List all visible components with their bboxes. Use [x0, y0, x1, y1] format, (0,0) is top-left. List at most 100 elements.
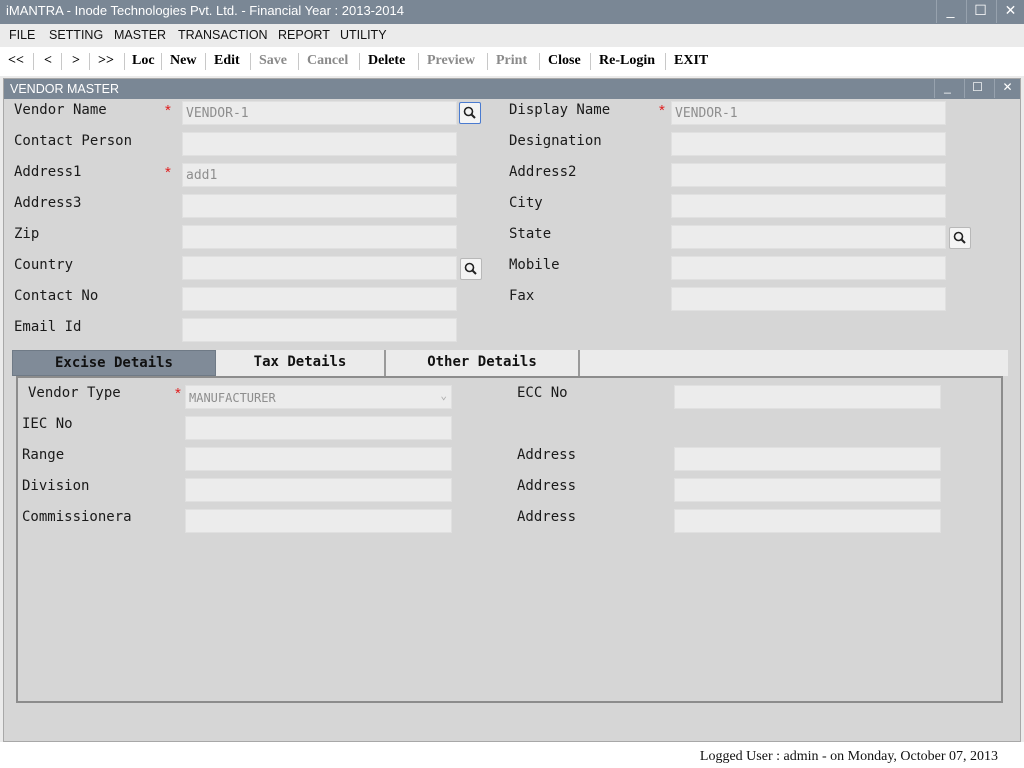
contact-no-field[interactable] [182, 287, 457, 311]
loc-button[interactable]: Loc [132, 53, 155, 69]
save-button[interactable]: Save [259, 53, 287, 69]
print-button[interactable]: Print [496, 53, 527, 69]
required-marker: * [175, 385, 181, 402]
range-label: Range [22, 447, 65, 463]
division-address-field[interactable] [674, 478, 941, 502]
required-marker: * [165, 102, 171, 119]
vendor-name-field[interactable]: VENDOR-1 [182, 101, 457, 125]
contact-no-label: Contact No [14, 288, 99, 304]
tab-other-details[interactable]: Other Details [386, 350, 580, 376]
toolbar-divider [539, 53, 540, 70]
email-id-label: Email Id [14, 319, 82, 335]
status-bar: Logged User : admin - on Monday, October… [0, 742, 1024, 768]
menu-setting[interactable]: SETTING [49, 28, 103, 42]
close-button[interactable]: Close [548, 53, 581, 69]
vendor-search-button[interactable] [459, 102, 481, 124]
designation-field[interactable] [671, 132, 946, 156]
city-field[interactable] [671, 194, 946, 218]
display-name-label: Display Name [509, 102, 611, 118]
zip-label: Zip [14, 226, 40, 242]
excise-details-panel [16, 376, 1003, 703]
display-name-field[interactable]: VENDOR-1 [671, 101, 946, 125]
fax-label: Fax [509, 288, 535, 304]
fax-field[interactable] [671, 287, 946, 311]
next-record-button[interactable]: > [72, 53, 80, 69]
prev-record-button[interactable]: < [44, 53, 52, 69]
zip-field[interactable] [182, 225, 457, 249]
menu-bar: FILE SETTING MASTER TRANSACTION REPORT U… [0, 24, 1024, 47]
menu-report[interactable]: REPORT [278, 28, 330, 42]
vendor-master-minimize-button[interactable]: _ [934, 79, 960, 98]
new-button[interactable]: New [170, 53, 196, 69]
app-close-button[interactable]: ✕ [996, 0, 1024, 23]
address2-field[interactable] [671, 163, 946, 187]
vendor-master-title-bar: VENDOR MASTER _ ☐ ✕ [4, 79, 1020, 99]
contact-person-field[interactable] [182, 132, 457, 156]
address2-label: Address2 [509, 164, 577, 180]
tab-tax-details[interactable]: Tax Details [216, 350, 386, 376]
vendor-type-select[interactable]: MANUFACTURER ⌄ [185, 385, 452, 409]
last-record-button[interactable]: >> [98, 53, 114, 69]
address3-field[interactable] [182, 194, 457, 218]
search-icon [463, 106, 476, 119]
country-field[interactable] [182, 256, 457, 280]
preview-button[interactable]: Preview [427, 53, 475, 69]
detail-tabs: Excise Details Tax Details Other Details [12, 350, 1008, 376]
toolbar-divider [33, 53, 34, 70]
range-address-field[interactable] [674, 447, 941, 471]
address1-field[interactable]: add1 [182, 163, 457, 187]
vendor-type-label: Vendor Type [28, 385, 121, 401]
range-address-label: Address [517, 447, 577, 463]
mobile-label: Mobile [509, 257, 560, 273]
toolbar-divider [250, 53, 251, 70]
email-id-field[interactable] [182, 318, 457, 342]
division-label: Division [22, 478, 90, 494]
menu-transaction[interactable]: TRANSACTION [178, 28, 268, 42]
delete-button[interactable]: Delete [368, 53, 405, 69]
commissionera-field[interactable] [185, 509, 452, 533]
range-field[interactable] [185, 447, 452, 471]
ecc-no-label: ECC No [517, 385, 568, 401]
vendor-master-close-button[interactable]: ✕ [994, 79, 1020, 98]
address3-label: Address3 [14, 195, 82, 211]
logged-user-status: Logged User : admin - on Monday, October… [699, 749, 998, 764]
edit-button[interactable]: Edit [214, 53, 240, 69]
vendor-master-maximize-button[interactable]: ☐ [964, 79, 990, 98]
toolbar-divider [359, 53, 360, 70]
toolbar-divider [124, 53, 125, 70]
designation-label: Designation [509, 133, 602, 149]
state-search-button[interactable] [949, 227, 971, 249]
mobile-field[interactable] [671, 256, 946, 280]
menu-master[interactable]: MASTER [114, 28, 166, 42]
division-address-label: Address [517, 478, 577, 494]
address1-label: Address1 [14, 164, 82, 180]
division-field[interactable] [185, 478, 452, 502]
ecc-no-field[interactable] [674, 385, 941, 409]
country-search-button[interactable] [460, 258, 482, 280]
required-marker: * [165, 164, 171, 181]
exit-button[interactable]: EXIT [674, 53, 708, 69]
iec-no-field[interactable] [185, 416, 452, 440]
toolbar-divider [89, 53, 90, 70]
app-minimize-button[interactable]: _ [936, 0, 964, 23]
city-label: City [509, 195, 543, 211]
search-icon [464, 262, 477, 275]
commissionera-address-field[interactable] [674, 509, 941, 533]
first-record-button[interactable]: << [8, 53, 24, 69]
relogin-button[interactable]: Re-Login [599, 53, 655, 69]
menu-file[interactable]: FILE [9, 28, 35, 42]
cancel-button[interactable]: Cancel [307, 53, 348, 69]
tab-excise-details[interactable]: Excise Details [12, 350, 216, 376]
toolbar-divider [61, 53, 62, 70]
toolbar-divider [205, 53, 206, 70]
app-maximize-button[interactable]: ☐ [966, 0, 994, 23]
toolbar-divider [418, 53, 419, 70]
toolbar-divider [665, 53, 666, 70]
menu-utility[interactable]: UTILITY [340, 28, 387, 42]
state-field[interactable] [671, 225, 946, 249]
toolbar-divider [590, 53, 591, 70]
vendor-name-label: Vendor Name [14, 102, 107, 118]
app-title-bar: iMANTRA - Inode Technologies Pvt. Ltd. -… [0, 0, 1024, 24]
chevron-down-icon: ⌄ [440, 389, 447, 402]
state-label: State [509, 226, 552, 242]
